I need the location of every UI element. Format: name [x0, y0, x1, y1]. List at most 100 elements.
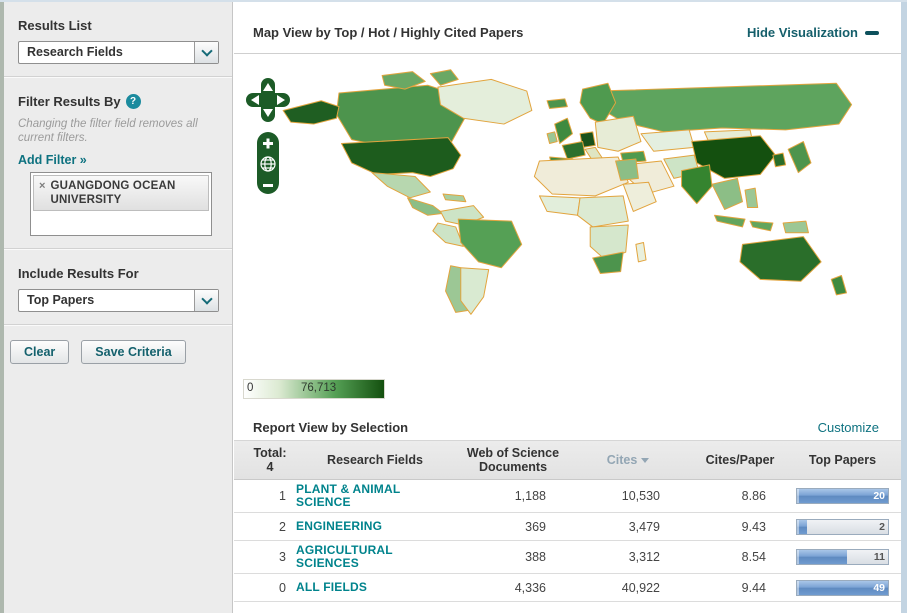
include-results-label: Include Results For — [18, 266, 218, 281]
report-view-title: Report View by Selection — [253, 420, 408, 435]
sidebar-buttons: Clear Save Criteria — [10, 340, 232, 364]
map-region-new-guinea — [783, 221, 808, 233]
top-papers-value: 49 — [873, 582, 885, 594]
cites-value: 3,312 — [572, 550, 684, 564]
clear-button[interactable]: Clear — [10, 340, 69, 364]
top-papers-bar: 2 — [796, 519, 889, 535]
rank-value: 1 — [244, 489, 296, 503]
map-region-new-zealand — [831, 275, 846, 294]
map-region-brazil — [458, 219, 521, 268]
cites-per-paper-value: 9.43 — [684, 520, 796, 534]
top-papers-cell: 11 — [796, 549, 889, 565]
column-header-top-papers: Top Papers — [796, 453, 889, 467]
sidebar-divider — [0, 324, 232, 326]
top-papers-cell: 20 — [796, 488, 889, 504]
column-header-research-fields: Research Fields — [296, 453, 454, 467]
map-pan-zoom-controls[interactable] — [244, 76, 292, 198]
table-row: 1 PLANT & ANIMAL SCIENCE 1,188 10,530 8.… — [234, 480, 901, 513]
map-region-mexico — [372, 173, 430, 198]
cites-per-paper-value: 8.86 — [684, 489, 796, 503]
zoom-in-icon[interactable] — [267, 139, 270, 149]
column-header-cites-sort[interactable]: Cites — [572, 453, 684, 467]
sidebar-divider — [0, 248, 232, 250]
results-list-label: Results List — [18, 18, 218, 33]
choropleth-legend: 0 76,713 — [243, 379, 385, 399]
rank-value: 2 — [244, 520, 296, 534]
chevron-down-icon[interactable] — [194, 42, 218, 63]
filter-note: Changing the filter field removes all cu… — [18, 117, 198, 145]
column-header-documents: Web of Science Documents — [454, 446, 572, 474]
top-papers-value: 2 — [879, 521, 885, 533]
map-region-japan — [788, 142, 811, 173]
report-table: Total: 4 Research Fields Web of Science … — [234, 441, 901, 602]
map-region-indonesia — [715, 215, 773, 231]
top-papers-bar: 49 — [796, 580, 889, 596]
table-row: 3 AGRICULTURAL SCIENCES 388 3,312 8.54 1… — [234, 541, 901, 574]
include-results-dropdown-value: Top Papers — [19, 290, 218, 311]
include-results-dropdown[interactable]: Top Papers — [18, 289, 219, 312]
results-list-dropdown[interactable]: Research Fields — [18, 41, 219, 64]
collapse-minus-icon — [865, 31, 879, 35]
map-region-india — [682, 165, 712, 204]
sort-descending-icon — [641, 458, 649, 463]
map-region-se-asia — [712, 178, 742, 209]
remove-filter-icon[interactable]: × — [39, 179, 45, 193]
map-region-ireland — [547, 132, 557, 144]
map-region-kazakhstan — [641, 130, 694, 151]
cites-per-paper-value: 9.44 — [684, 581, 796, 595]
map-region-korea — [773, 153, 786, 167]
report-view-header: Report View by Selection Customize — [234, 412, 901, 441]
table-header-row: Total: 4 Research Fields Web of Science … — [234, 441, 901, 480]
filter-chip-label: GUANGDONG OCEAN UNIVERSITY — [50, 179, 203, 207]
map-region-central-africa — [578, 196, 629, 227]
map-region-usa — [342, 138, 461, 177]
map-region-north-africa — [534, 157, 628, 196]
results-list-section: Results List Research Fields — [0, 18, 232, 64]
table-row: 2 ENGINEERING 369 3,479 9.43 2 — [234, 513, 901, 541]
top-papers-value: 20 — [873, 490, 885, 502]
map-region-iceland — [547, 99, 567, 109]
help-icon[interactable]: ? — [126, 94, 141, 109]
zoom-out-icon[interactable] — [263, 184, 273, 187]
map-region-philippines — [745, 188, 758, 207]
sidebar-divider — [0, 76, 232, 78]
legend-max-value: 76,713 — [301, 382, 336, 394]
chevron-down-icon[interactable] — [194, 290, 218, 311]
hide-visualization-link[interactable]: Hide Visualization — [747, 25, 879, 40]
map-region-madagascar — [636, 242, 646, 261]
map-region-caribbean — [443, 194, 466, 202]
map-region-australia — [740, 237, 821, 282]
hide-visualization-label: Hide Visualization — [747, 25, 858, 40]
map-region-scandinavia — [580, 83, 616, 124]
cites-per-paper-value: 8.54 — [684, 550, 796, 564]
field-link[interactable]: AGRICULTURAL SCIENCES — [296, 544, 432, 570]
column-header-cites-per-paper: Cites/Paper — [684, 453, 796, 467]
filter-section: Filter Results By? Changing the filter f… — [0, 94, 232, 236]
cites-value: 10,530 — [572, 489, 684, 503]
active-filters-listbox[interactable]: × GUANGDONG OCEAN UNIVERSITY — [30, 172, 212, 236]
top-papers-cell: 49 — [796, 580, 889, 596]
map-region-eastern-europe — [595, 116, 641, 151]
field-link[interactable]: ENGINEERING — [296, 520, 432, 533]
map-view-header: Map View by Top / Hot / Highly Cited Pap… — [234, 2, 901, 54]
table-row: 0 ALL FIELDS 4,336 40,922 9.44 49 — [234, 574, 901, 602]
customize-link[interactable]: Customize — [818, 420, 879, 435]
save-criteria-button[interactable]: Save Criteria — [81, 340, 185, 364]
right-edge-strip — [901, 2, 907, 613]
documents-value: 4,336 — [454, 581, 572, 595]
top-papers-value: 11 — [874, 551, 885, 563]
add-filter-link[interactable]: Add Filter » — [18, 153, 218, 167]
map-region-france — [562, 142, 585, 159]
rank-value: 0 — [244, 581, 296, 595]
field-link[interactable]: PLANT & ANIMAL SCIENCE — [296, 483, 432, 509]
include-results-section: Include Results For Top Papers — [0, 266, 232, 312]
world-choropleth-map[interactable] — [240, 60, 896, 390]
filter-sidebar: Results List Research Fields Filter Resu… — [0, 2, 233, 613]
filter-chip-guangdong-ocean-university[interactable]: × GUANGDONG OCEAN UNIVERSITY — [33, 175, 209, 211]
filter-results-by-label: Filter Results By? — [18, 94, 218, 109]
field-link[interactable]: ALL FIELDS — [296, 581, 432, 594]
top-papers-cell: 2 — [796, 519, 889, 535]
esi-page: Results List Research Fields Filter Resu… — [0, 0, 907, 613]
main-panel: Map View by Top / Hot / Highly Cited Pap… — [234, 2, 901, 613]
legend-min-value: 0 — [247, 382, 253, 394]
